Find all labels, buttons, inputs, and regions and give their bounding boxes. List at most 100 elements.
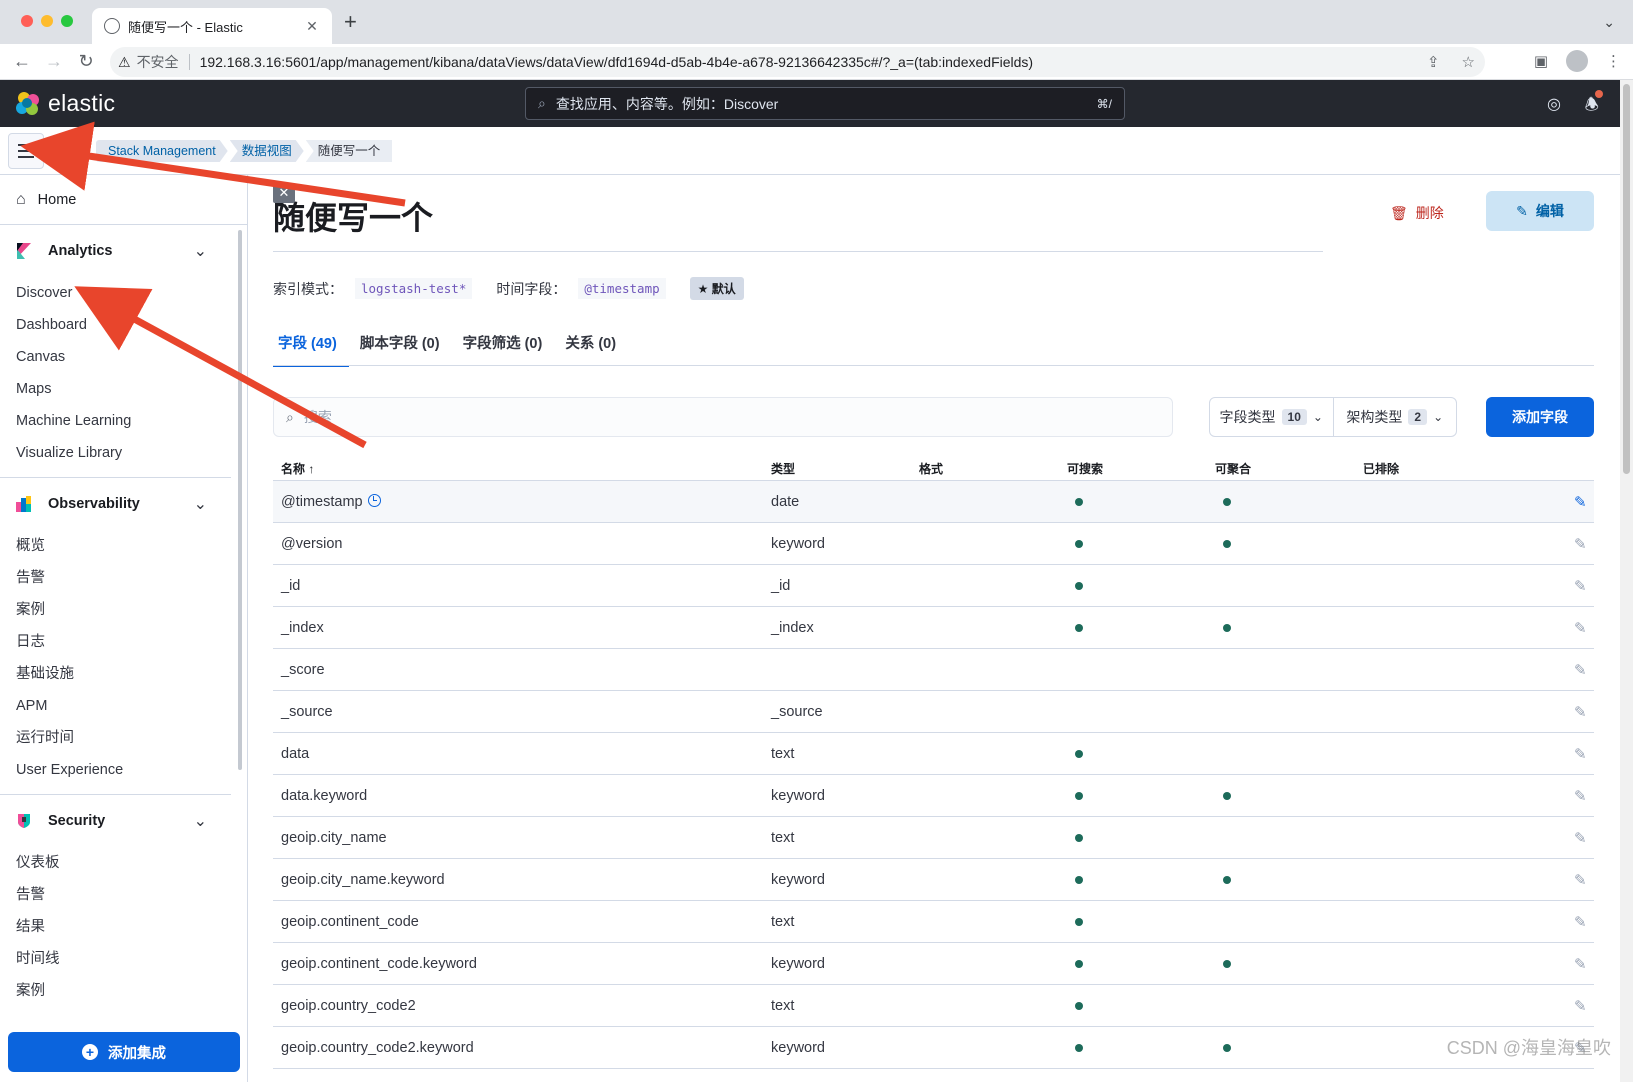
main-menu-toggle-button[interactable] <box>8 133 44 169</box>
window-minimize-button[interactable] <box>41 15 53 27</box>
actions-cell: ✎ <box>1511 997 1594 1015</box>
window-maximize-button[interactable] <box>61 15 73 27</box>
news-feed-icon[interactable]: 🕭 <box>1585 90 1603 121</box>
nav-item-apm[interactable]: APM <box>0 690 247 722</box>
edit-field-pencil-icon[interactable]: ✎ <box>1574 578 1587 595</box>
aggregatable-cell <box>1215 872 1363 888</box>
breadcrumb-data-views[interactable]: 数据视图 <box>230 140 304 162</box>
address-bar[interactable]: ⚠ 不安全 192.168.3.16:5601/app/management/k… <box>110 47 1485 77</box>
table-row[interactable]: geoip.continent_code text ✎ <box>273 901 1594 943</box>
edit-field-pencil-icon[interactable]: ✎ <box>1574 998 1587 1015</box>
add-field-button[interactable]: 添加字段 <box>1486 397 1594 437</box>
field-name: @version <box>281 535 343 552</box>
nav-item-cases[interactable]: 案例 <box>0 594 247 626</box>
column-header-name[interactable]: 名称 ↑ <box>273 460 771 477</box>
table-row[interactable]: data text ✎ <box>273 733 1594 775</box>
edit-field-pencil-icon[interactable]: ✎ <box>1574 746 1587 763</box>
close-icon[interactable]: ✕ <box>273 183 295 203</box>
chevron-down-icon[interactable]: ⌄ <box>194 811 207 831</box>
edit-field-pencil-icon[interactable]: ✎ <box>1574 662 1587 679</box>
nav-item-visualize-library[interactable]: Visualize Library <box>0 437 247 469</box>
field-name-cell: geoip.country_code2 <box>273 998 771 1014</box>
space-avatar[interactable]: # <box>56 140 78 162</box>
tab-relationships[interactable]: 关系 (0) <box>560 333 628 367</box>
profile-avatar-icon[interactable] <box>1566 50 1588 72</box>
table-row[interactable]: geoip.city_name text ✎ <box>273 817 1594 859</box>
reload-icon[interactable]: ↻ <box>70 51 102 72</box>
field-search-input[interactable]: ⌕ 搜索 <box>273 397 1173 437</box>
breadcrumb-stack-management[interactable]: Stack Management <box>96 140 228 162</box>
table-row[interactable]: geoip.country_code2 text ✎ <box>273 985 1594 1027</box>
nav-item-dashboard[interactable]: Dashboard <box>0 309 247 341</box>
nav-item-canvas[interactable]: Canvas <box>0 341 247 373</box>
nav-group-security[interactable]: Security ⌄ <box>0 795 247 847</box>
edit-field-pencil-icon[interactable]: ✎ <box>1574 536 1587 553</box>
table-row[interactable]: _score ✎ <box>273 649 1594 691</box>
chevron-down-icon[interactable]: ⌄ <box>194 494 207 514</box>
table-row[interactable]: _index _index ✎ <box>273 607 1594 649</box>
forward-arrow-icon[interactable]: → <box>38 51 70 72</box>
table-row[interactable]: @version keyword ✎ <box>273 523 1594 565</box>
nav-item-discover[interactable]: Discover <box>0 277 247 309</box>
nav-group-observability[interactable]: Observability ⌄ <box>0 478 247 530</box>
edit-data-view-button[interactable]: ✎ 编辑 <box>1486 191 1594 231</box>
nav-home[interactable]: ⌂ Home <box>0 175 247 225</box>
edit-field-pencil-icon[interactable]: ✎ <box>1574 620 1587 637</box>
table-row[interactable]: geoip.continent_code.keyword keyword ✎ <box>273 943 1594 985</box>
tab-indexed-fields[interactable]: 字段 (49) <box>273 333 349 367</box>
add-integration-button[interactable]: + 添加集成 <box>8 1032 240 1072</box>
edit-field-pencil-icon[interactable]: ✎ <box>1574 872 1587 889</box>
nav-item-alerts[interactable]: 告警 <box>0 562 247 594</box>
page-title: 随便写一个 <box>273 200 434 236</box>
aggregatable-cell <box>1215 620 1363 636</box>
share-icon[interactable]: ⇪ <box>1427 53 1440 71</box>
tab-scripted-fields[interactable]: 脚本字段 (0) <box>355 333 452 367</box>
tab-close-icon[interactable]: ✕ <box>304 18 320 35</box>
nav-item-timelines[interactable]: 时间线 <box>0 943 247 975</box>
nav-item-user-experience[interactable]: User Experience <box>0 754 247 786</box>
edit-field-pencil-icon[interactable]: ✎ <box>1574 830 1587 847</box>
tab-search-chevron-icon[interactable]: ⌄ <box>1603 14 1615 31</box>
page-scrollbar[interactable] <box>1620 80 1633 1082</box>
table-row[interactable]: @timestamp date ✎ <box>273 481 1594 523</box>
nav-group-analytics[interactable]: Analytics ⌄ <box>0 225 247 277</box>
field-type-filter-button[interactable]: 字段类型 10 ⌄ <box>1210 398 1333 436</box>
searchable-dot-icon <box>1075 833 1083 842</box>
nav-item-infrastructure[interactable]: 基础设施 <box>0 658 247 690</box>
nav-item-machine-learning[interactable]: Machine Learning <box>0 405 247 437</box>
browser-tab[interactable]: 随便写一个 - Elastic ✕ <box>92 8 332 44</box>
table-row[interactable]: geoip.country_code2.keyword keyword ✎ <box>273 1027 1594 1069</box>
nav-item-overview[interactable]: 概览 <box>0 530 247 562</box>
edit-field-pencil-icon[interactable]: ✎ <box>1574 788 1587 805</box>
help-icon[interactable]: ◎ <box>1547 94 1561 114</box>
edit-field-pencil-icon[interactable]: ✎ <box>1574 914 1587 931</box>
column-header-type[interactable]: 类型 <box>771 460 919 477</box>
global-search-input[interactable]: ⌕ 查找应用、内容等。例如：Discover ⌘/ <box>525 87 1125 120</box>
nav-item-security-alerts[interactable]: 告警 <box>0 879 247 911</box>
side-panel-icon[interactable]: ▣ <box>1534 52 1548 70</box>
nav-item-security-dashboards[interactable]: 仪表板 <box>0 847 247 879</box>
bookmark-star-icon[interactable]: ☆ <box>1462 53 1475 71</box>
table-row[interactable]: _id _id ✎ <box>273 565 1594 607</box>
edit-field-pencil-icon[interactable]: ✎ <box>1574 704 1587 721</box>
table-row[interactable]: _source _source ✎ <box>273 691 1594 733</box>
nav-item-findings[interactable]: 结果 <box>0 911 247 943</box>
edit-field-pencil-icon[interactable]: ✎ <box>1574 956 1587 973</box>
nav-item-security-cases[interactable]: 案例 <box>0 975 247 1007</box>
nav-item-logs[interactable]: 日志 <box>0 626 247 658</box>
tab-field-filters[interactable]: 字段筛选 (0) <box>458 333 555 367</box>
chevron-down-icon[interactable]: ⌄ <box>194 241 207 261</box>
delete-data-view-button[interactable]: 🗑 删除 <box>1390 203 1444 223</box>
nav-item-uptime[interactable]: 运行时间 <box>0 722 247 754</box>
browser-menu-icon[interactable]: ⋮ <box>1606 52 1621 70</box>
back-arrow-icon[interactable]: ← <box>6 51 38 72</box>
window-close-button[interactable] <box>21 15 33 27</box>
edit-field-pencil-icon[interactable]: ✎ <box>1574 494 1587 511</box>
elastic-logo[interactable]: elastic <box>16 90 115 117</box>
new-tab-button[interactable]: + <box>344 11 357 33</box>
table-row[interactable]: data.keyword keyword ✎ <box>273 775 1594 817</box>
schema-type-filter-button[interactable]: 架构类型 2 ⌄ <box>1332 398 1457 436</box>
table-row[interactable]: geoip.city_name.keyword keyword ✎ <box>273 859 1594 901</box>
nav-item-maps[interactable]: Maps <box>0 373 247 405</box>
sidebar-scrollbar[interactable] <box>238 230 242 770</box>
